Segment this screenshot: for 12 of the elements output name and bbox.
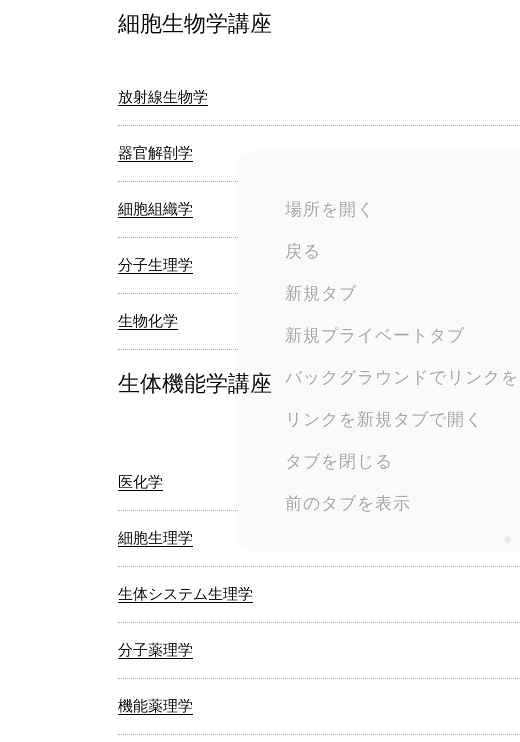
section-heading: 生体機能学講座 [118,371,272,399]
department-link[interactable]: 生物化学 [118,312,178,331]
department-link[interactable]: 細胞生理学 [118,529,193,548]
section-heading: 細胞生物学講座 [118,11,272,39]
department-link[interactable]: 医化学 [118,473,163,492]
department-link[interactable]: 放射線生物学 [118,88,208,107]
department-link[interactable]: 分子薬理学 [118,641,193,660]
department-link[interactable]: 生体システム生理学 [118,585,253,604]
department-link[interactable]: 機能薬理学 [118,697,193,716]
department-link[interactable]: 細胞組織学 [118,200,193,219]
department-link[interactable]: 器官解剖学 [118,144,193,163]
department-link[interactable]: 分子生理学 [118,256,193,275]
